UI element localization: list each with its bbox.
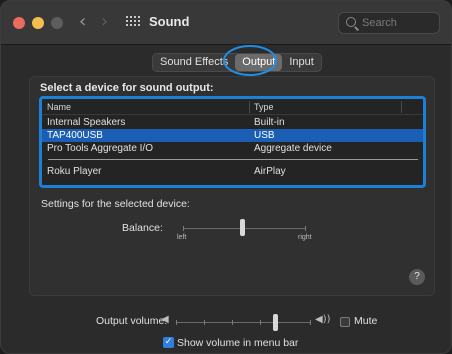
- mute-label: Mute: [354, 315, 378, 327]
- window-title: Sound: [149, 14, 190, 29]
- search-icon: [346, 17, 356, 27]
- output-device-table[interactable]: Name Type Internal Speakers Built-in TAP…: [39, 96, 426, 188]
- slider-tick: [176, 320, 177, 325]
- balance-label: Balance:: [122, 222, 163, 234]
- tab-input[interactable]: Input: [282, 54, 320, 71]
- column-divider: [249, 101, 250, 113]
- slider-tick: [204, 320, 205, 325]
- close-button[interactable]: [13, 17, 25, 29]
- slider-tick: [260, 320, 261, 325]
- minimize-button[interactable]: [32, 17, 44, 29]
- column-header-name[interactable]: Name: [47, 102, 71, 112]
- tab-bar: Sound Effects Output Input: [152, 53, 322, 72]
- device-name: TAP400USB: [47, 130, 103, 141]
- back-icon[interactable]: ‹: [79, 12, 86, 32]
- device-name: Internal Speakers: [47, 117, 126, 128]
- search-field[interactable]: Search: [338, 12, 440, 34]
- column-divider: [401, 101, 402, 113]
- slider-tick: [305, 226, 306, 231]
- sound-preferences-window: ‹ › Sound Search Sound Effects Output In…: [0, 0, 452, 354]
- tab-output[interactable]: Output: [235, 54, 283, 71]
- show-all-grid-icon[interactable]: [126, 16, 140, 30]
- slider-tick: [183, 226, 184, 231]
- speaker-low-icon: ◀: [161, 314, 169, 325]
- device-name: Pro Tools Aggregate I/O: [47, 143, 153, 154]
- help-button[interactable]: ?: [409, 269, 425, 285]
- speaker-high-icon: ◀)): [315, 314, 331, 325]
- tab-sound-effects[interactable]: Sound Effects: [153, 54, 235, 71]
- slider-tick: [310, 320, 311, 325]
- slider-tick: [232, 320, 233, 325]
- balance-right-label: right: [298, 234, 312, 241]
- device-group-separator: [48, 159, 418, 160]
- mute-checkbox[interactable]: [340, 317, 350, 327]
- table-header: Name Type: [42, 99, 423, 115]
- show-volume-label: Show volume in menu bar: [177, 337, 299, 349]
- search-placeholder: Search: [362, 17, 397, 29]
- device-type: USB: [254, 130, 275, 141]
- output-panel: Select a device for sound output: Name T…: [29, 76, 435, 296]
- balance-slider-knob[interactable]: [240, 219, 245, 236]
- show-volume-checkbox[interactable]: ✓: [163, 337, 174, 348]
- device-list-heading: Select a device for sound output:: [40, 82, 214, 94]
- device-type: AirPlay: [254, 166, 286, 177]
- settings-heading: Settings for the selected device:: [41, 198, 190, 210]
- forward-icon[interactable]: ›: [101, 12, 108, 32]
- device-type: Aggregate device: [254, 143, 332, 154]
- device-row-selected[interactable]: TAP400USB USB: [42, 129, 423, 142]
- title-bar: ‹ › Sound Search: [1, 1, 451, 45]
- output-volume-slider-track[interactable]: [176, 322, 311, 323]
- device-row[interactable]: Pro Tools Aggregate I/O Aggregate device: [42, 142, 423, 155]
- balance-left-label: left: [177, 234, 187, 241]
- device-row[interactable]: Roku Player AirPlay: [42, 165, 423, 178]
- device-row[interactable]: Internal Speakers Built-in: [42, 116, 423, 129]
- output-volume-slider-knob[interactable]: [273, 314, 278, 331]
- column-header-type[interactable]: Type: [254, 102, 274, 112]
- device-type: Built-in: [254, 117, 285, 128]
- zoom-button[interactable]: [51, 17, 63, 29]
- footer-volume-controls: Output volume: ◀ ◀)) Mute ✓ Show volume …: [1, 303, 451, 353]
- device-name: Roku Player: [47, 166, 102, 177]
- output-volume-label: Output volume:: [96, 315, 168, 327]
